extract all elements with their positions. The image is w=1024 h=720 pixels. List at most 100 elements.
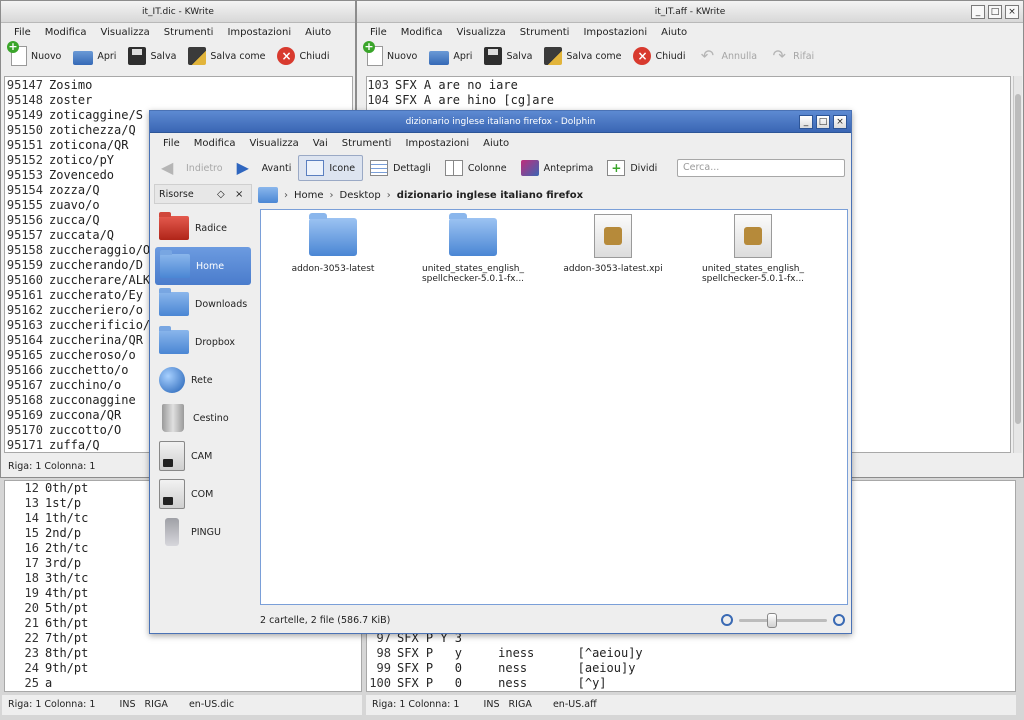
- place-radice[interactable]: Radice: [154, 209, 252, 247]
- file-item[interactable]: united_states_english_ spellchecker-5.0.…: [693, 214, 813, 284]
- status-text: 2 cartelle, 2 file (586.7 KiB): [260, 614, 391, 626]
- editor-line[interactable]: 99 SFX P 0 ness [aeiou]y: [367, 661, 643, 676]
- editor-line[interactable]: 100 SFX P 0 ness [^y]: [367, 676, 643, 691]
- menu-modifica[interactable]: Modifica: [38, 27, 94, 38]
- place-com[interactable]: COM: [154, 475, 252, 513]
- place-label: Cestino: [193, 412, 229, 424]
- panel-float-icon[interactable]: ◇: [217, 185, 225, 205]
- line-text: zuccherato/Ey: [49, 288, 143, 302]
- undo-button[interactable]: ↶ Annulla: [691, 43, 763, 69]
- save-label: Salva: [150, 50, 177, 62]
- menu-aiuto[interactable]: Aiuto: [476, 138, 516, 149]
- place-downloads[interactable]: Downloads: [154, 285, 252, 323]
- zoom-out-icon[interactable]: [721, 614, 733, 626]
- editor-line[interactable]: 24 9th/pt: [5, 661, 361, 676]
- close-window-button[interactable]: ×: [1005, 5, 1019, 19]
- menu-file[interactable]: File: [156, 138, 187, 149]
- menu-impostazioni[interactable]: Impostazioni: [576, 27, 654, 38]
- menu-file[interactable]: File: [363, 27, 394, 38]
- save-button[interactable]: Salva: [478, 43, 538, 69]
- menu-visualizza[interactable]: Visualizza: [243, 138, 306, 149]
- menu-strumenti[interactable]: Strumenti: [157, 27, 221, 38]
- open-button[interactable]: Apri: [423, 43, 478, 69]
- place-home[interactable]: Home: [155, 247, 251, 285]
- menu-file[interactable]: File: [7, 27, 38, 38]
- search-input[interactable]: Cerca...: [677, 159, 845, 177]
- chevron-right-icon: ›: [386, 189, 391, 201]
- editor-line[interactable]: 23 8th/pt: [5, 646, 361, 661]
- columns-label: Colonne: [467, 162, 507, 174]
- vertical-scrollbar[interactable]: [1013, 76, 1022, 453]
- minimize-button[interactable]: _: [971, 5, 985, 19]
- menu-strumenti[interactable]: Strumenti: [513, 27, 577, 38]
- menu-aiuto[interactable]: Aiuto: [654, 27, 694, 38]
- forward-button[interactable]: ▶ Avanti: [230, 155, 299, 181]
- save-as-button[interactable]: Salva come: [182, 43, 271, 69]
- icons-view-button[interactable]: Icone: [298, 155, 364, 181]
- columns-view-button[interactable]: Colonne: [438, 155, 514, 181]
- split-button[interactable]: + Dividi: [600, 155, 664, 181]
- editor-line[interactable]: 104 SFX A are hino [cg]are: [367, 93, 1010, 108]
- dolphin-status-bar: 2 cartelle, 2 file (586.7 KiB): [260, 609, 845, 631]
- save-as-label: Salva come: [210, 50, 266, 62]
- menu-modifica[interactable]: Modifica: [394, 27, 450, 38]
- maximize-button[interactable]: □: [816, 115, 830, 129]
- editor-line[interactable]: 95147 Zosimo: [5, 78, 352, 93]
- new-button[interactable]: Nuovo: [361, 41, 423, 69]
- zoom-slider-thumb[interactable]: [767, 612, 777, 628]
- file-item[interactable]: addon-3053-latest: [273, 213, 393, 274]
- close-window-button[interactable]: ×: [833, 115, 847, 129]
- menu-impostazioni[interactable]: Impostazioni: [398, 138, 476, 149]
- open-button[interactable]: Apri: [67, 43, 122, 69]
- editor-line[interactable]: 25 a: [5, 676, 361, 691]
- close-document-button[interactable]: × Chiudi: [271, 43, 335, 69]
- breadcrumb-desktop[interactable]: Desktop: [340, 190, 381, 201]
- line-number: 95168: [6, 393, 43, 407]
- save-as-button[interactable]: Salva come: [538, 43, 627, 69]
- home-folder-icon: [160, 250, 190, 278]
- breadcrumb-home[interactable]: Home: [294, 190, 324, 201]
- line-text: 2th/tc: [45, 541, 89, 555]
- minimize-button[interactable]: _: [799, 115, 813, 129]
- place-cam[interactable]: CAM: [154, 437, 252, 475]
- line-number: 104: [367, 93, 389, 107]
- menu-strumenti[interactable]: Strumenti: [335, 138, 399, 149]
- home-icon[interactable]: [258, 187, 278, 203]
- place-rete[interactable]: Rete: [154, 361, 252, 399]
- scrollbar-thumb[interactable]: [1015, 94, 1021, 424]
- place-dropbox[interactable]: Dropbox: [154, 323, 252, 361]
- menu-visualizza[interactable]: Visualizza: [94, 27, 157, 38]
- place-cestino[interactable]: Cestino: [154, 399, 252, 437]
- file-item[interactable]: addon-3053-latest.xpi: [553, 214, 673, 274]
- file-view[interactable]: addon-3053-latest united_states_english_…: [260, 209, 848, 605]
- menu-modifica[interactable]: Modifica: [187, 138, 243, 149]
- close-document-button[interactable]: × Chiudi: [627, 43, 691, 69]
- menu-aiuto[interactable]: Aiuto: [298, 27, 338, 38]
- save-button[interactable]: Salva: [122, 43, 182, 69]
- editor-line[interactable]: 95148 zoster: [5, 93, 352, 108]
- breadcrumb-current[interactable]: dizionario inglese italiano firefox: [397, 190, 583, 201]
- zoom-in-icon[interactable]: [833, 614, 845, 626]
- preview-button[interactable]: Anteprima: [514, 155, 601, 181]
- line-text: 2nd/p: [45, 526, 82, 540]
- details-view-button[interactable]: Dettagli: [363, 155, 438, 181]
- line-number: 22: [24, 631, 39, 645]
- line-text: zuccheroso/o: [49, 348, 136, 362]
- menu-bar: File Modifica Visualizza Vai Strumenti I…: [150, 133, 851, 153]
- arrow-left-icon: ◀: [161, 158, 174, 177]
- redo-button[interactable]: ↷ Rifai: [763, 43, 820, 69]
- menu-vai[interactable]: Vai: [306, 138, 335, 149]
- file-item[interactable]: united_states_english_ spellchecker-5.0.…: [413, 213, 533, 284]
- menu-impostazioni[interactable]: Impostazioni: [220, 27, 298, 38]
- line-text: zuccheriero/o: [49, 303, 143, 317]
- editor-line[interactable]: 98 SFX P y iness [^aeiou]y: [367, 646, 643, 661]
- maximize-button[interactable]: □: [988, 5, 1002, 19]
- editor-line[interactable]: 103 SFX A are no iare: [367, 78, 1010, 93]
- new-button[interactable]: Nuovo: [5, 41, 67, 69]
- back-button[interactable]: ◀ Indietro: [154, 155, 230, 181]
- zoom-slider[interactable]: [739, 612, 827, 628]
- save-as-icon: [188, 47, 207, 65]
- panel-close-icon[interactable]: ×: [235, 185, 243, 205]
- menu-visualizza[interactable]: Visualizza: [450, 27, 513, 38]
- place-pingu[interactable]: PINGU: [154, 513, 252, 551]
